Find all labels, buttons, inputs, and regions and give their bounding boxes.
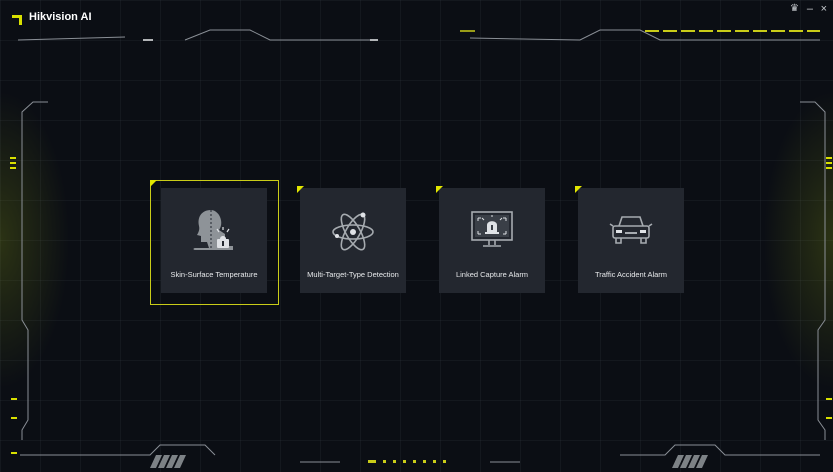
app-title: Hikvision AI <box>29 11 92 23</box>
corner-marker <box>150 180 157 187</box>
page-dot-1[interactable] <box>368 460 376 463</box>
corner-marker <box>575 186 582 193</box>
corner-marker <box>436 186 443 193</box>
title-bar: Hikvision AI ♛ – × <box>0 0 833 30</box>
hud-frame <box>10 29 832 468</box>
skin-button[interactable]: ♛ <box>790 2 799 16</box>
page-dot-2[interactable] <box>383 460 386 463</box>
card-traffic-accident-alarm[interactable]: Traffic Accident Alarm <box>575 186 684 293</box>
card-linked-capture-alarm[interactable]: Linked Capture Alarm <box>436 186 545 293</box>
card-skin-surface-temperature[interactable]: Skin-Surface Temperature <box>150 180 279 305</box>
card-label: Linked Capture Alarm <box>455 270 529 279</box>
close-button[interactable]: × <box>821 2 827 16</box>
logo-icon <box>12 15 22 25</box>
card-label: Traffic Accident Alarm <box>594 270 668 279</box>
car-icon <box>609 216 653 244</box>
card-label: Skin-Surface Temperature <box>170 270 258 279</box>
corner-marker <box>297 186 304 193</box>
minimize-button[interactable]: – <box>807 2 813 16</box>
page-dot-6[interactable] <box>423 460 426 463</box>
page-dot-3[interactable] <box>393 460 396 463</box>
page-indicator <box>368 460 446 463</box>
card-label: Multi-Target-Type Detection <box>307 270 399 279</box>
page-dot-5[interactable] <box>413 460 416 463</box>
page-dot-8[interactable] <box>443 460 446 463</box>
page-dot-4[interactable] <box>403 460 406 463</box>
atom-icon <box>332 212 374 251</box>
page-dot-7[interactable] <box>433 460 436 463</box>
alarm-monitor-icon <box>471 211 513 247</box>
card-multi-target-type-detection[interactable]: Multi-Target-Type Detection <box>297 186 406 293</box>
person-temperature-icon <box>193 210 233 250</box>
